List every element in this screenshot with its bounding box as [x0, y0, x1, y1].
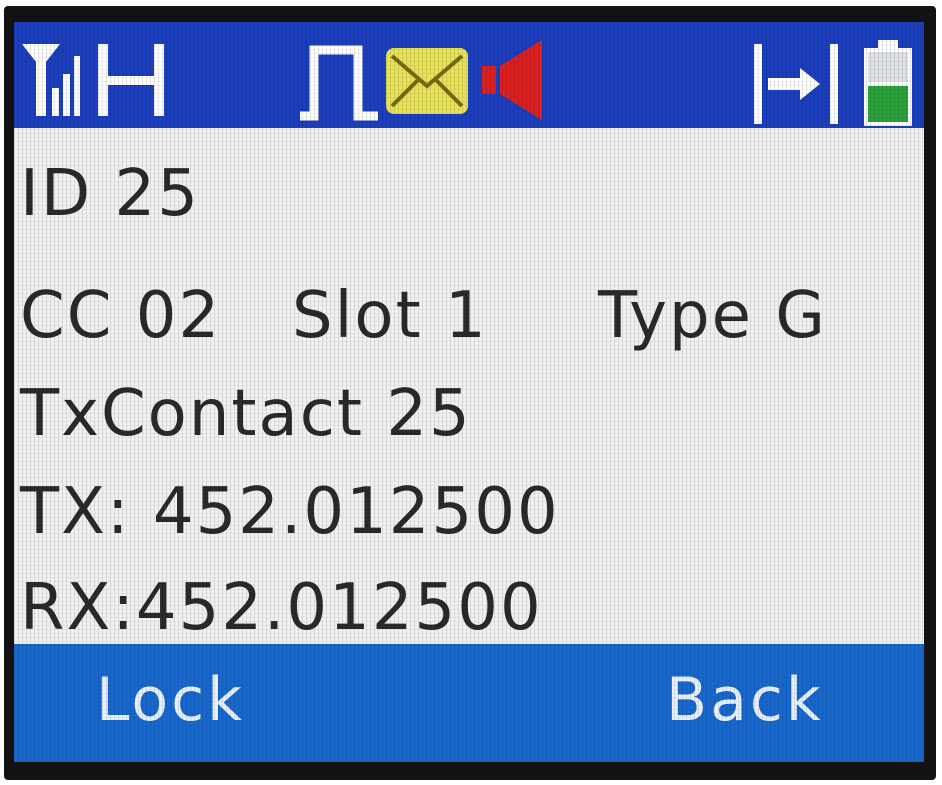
- battery-icon: [864, 40, 912, 126]
- speaker-icon: [482, 40, 542, 120]
- tx-frequency: TX: 452.012500: [20, 475, 560, 549]
- scan-icon: [754, 44, 838, 124]
- signal-strength-icon: [22, 44, 80, 116]
- status-bar: [14, 22, 924, 128]
- color-code: CC 02: [20, 279, 222, 353]
- tx-contact: TxContact 25: [20, 377, 472, 451]
- call-type: Type G: [598, 279, 827, 353]
- message-icon: [386, 48, 468, 114]
- back-softkey[interactable]: Back: [666, 668, 824, 732]
- timeslot: Slot 1: [292, 279, 488, 353]
- pulse-icon: [300, 45, 378, 121]
- lcd-screen: ID 25 CC 02 Slot 1 Type G TxContact 25 T…: [14, 22, 924, 762]
- h-indicator-icon: [98, 44, 164, 116]
- radio-id: ID 25: [20, 157, 200, 231]
- rx-frequency: RX:452.012500: [20, 571, 543, 645]
- lock-softkey[interactable]: Lock: [96, 668, 245, 732]
- softkey-bar: Lock Back: [14, 644, 924, 762]
